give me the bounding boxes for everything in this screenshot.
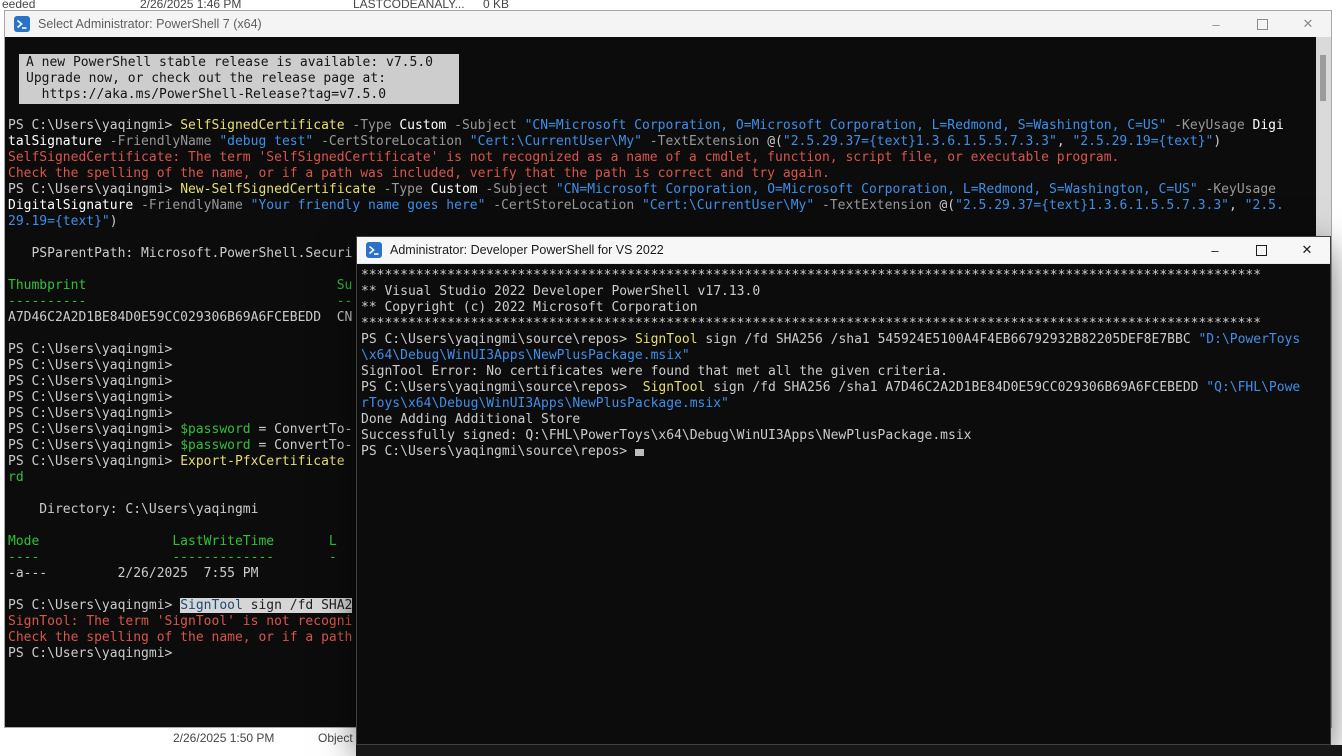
scrollbar-thumb[interactable] xyxy=(1320,55,1326,101)
terminal-line: Check the spelling of the name, or if a … xyxy=(8,166,1316,182)
powershell-icon xyxy=(366,242,382,258)
terminal-line: A new PowerShell stable release is avail… xyxy=(26,55,459,71)
close-button[interactable]: ✕ xyxy=(1285,11,1331,37)
maximize-button[interactable] xyxy=(1239,11,1285,37)
terminal-line: ** Copyright (c) 2022 Microsoft Corporat… xyxy=(361,300,1330,316)
maximize-icon xyxy=(1257,19,1268,30)
update-notice: A new PowerShell stable release is avail… xyxy=(19,54,459,104)
terminal-line: https://aka.ms/PowerShell-Release?tag=v7… xyxy=(26,87,459,103)
maximize-icon xyxy=(1256,245,1267,256)
text-cursor xyxy=(635,449,644,456)
terminal-line: talSignature -FriendlyName "debug test" … xyxy=(8,134,1316,150)
terminal-line: Done Adding Additional Store xyxy=(361,412,1330,428)
explorer-type-fragment: Object xyxy=(318,731,353,745)
titlebar[interactable]: Administrator: Developer PowerShell for … xyxy=(357,237,1330,264)
terminal-line: PS C:\Users\yaqingmi\source\repos> xyxy=(361,444,1330,460)
terminal-line: Upgrade now, or check out the release pa… xyxy=(26,71,459,87)
powershell-icon xyxy=(14,16,30,32)
terminal-line: PS C:\Users\yaqingmi\source\repos> SignT… xyxy=(361,332,1330,348)
terminal-line: PS C:\Users\yaqingmi\source\repos> SignT… xyxy=(361,380,1330,396)
explorer-modified-date-bottom: 2/26/2025 1:50 PM xyxy=(173,731,274,745)
minimize-button[interactable]: – xyxy=(1192,237,1238,263)
terminal-line: PS C:\Users\yaqingmi> SelfSignedCertific… xyxy=(8,118,1316,134)
terminal-line: ** Visual Studio 2022 Developer PowerShe… xyxy=(361,284,1330,300)
close-button[interactable]: ✕ xyxy=(1284,237,1330,263)
terminal-line: SignTool Error: No certificates were fou… xyxy=(361,364,1330,380)
window-controls: – ✕ xyxy=(1193,11,1331,37)
terminal-line: 29.19={text}") xyxy=(8,214,1316,230)
terminal-line: PS C:\Users\yaqingmi> New-SelfSignedCert… xyxy=(8,182,1316,198)
titlebar[interactable]: Select Administrator: PowerShell 7 (x64)… xyxy=(5,11,1331,37)
window-controls: – ✕ xyxy=(1192,237,1330,263)
terminal-line: SelfSignedCertificate: The term 'SelfSig… xyxy=(8,150,1316,166)
terminal-output: ****************************************… xyxy=(357,263,1330,744)
window-title: Select Administrator: PowerShell 7 (x64) xyxy=(38,17,262,31)
terminal-line: Successfully signed: Q:\FHL\PowerToys\x6… xyxy=(361,428,1330,444)
minimize-button[interactable]: – xyxy=(1193,11,1239,37)
terminal-line: ****************************************… xyxy=(361,268,1330,284)
console-lines: ****************************************… xyxy=(361,268,1330,460)
terminal-line: rToys\x64\Debug\WinUI3Apps\NewPlusPackag… xyxy=(361,396,1330,412)
window-shadow xyxy=(356,745,1342,756)
window-title: Administrator: Developer PowerShell for … xyxy=(390,243,664,257)
terminal-line: ****************************************… xyxy=(361,316,1330,332)
maximize-button[interactable] xyxy=(1238,237,1284,263)
dev-powershell-window: Administrator: Developer PowerShell for … xyxy=(356,236,1331,745)
terminal-line: DigitalSignature -FriendlyName "Your fri… xyxy=(8,198,1316,214)
terminal-line: \x64\Debug\WinUI3Apps\NewPlusPackage.msi… xyxy=(361,348,1330,364)
